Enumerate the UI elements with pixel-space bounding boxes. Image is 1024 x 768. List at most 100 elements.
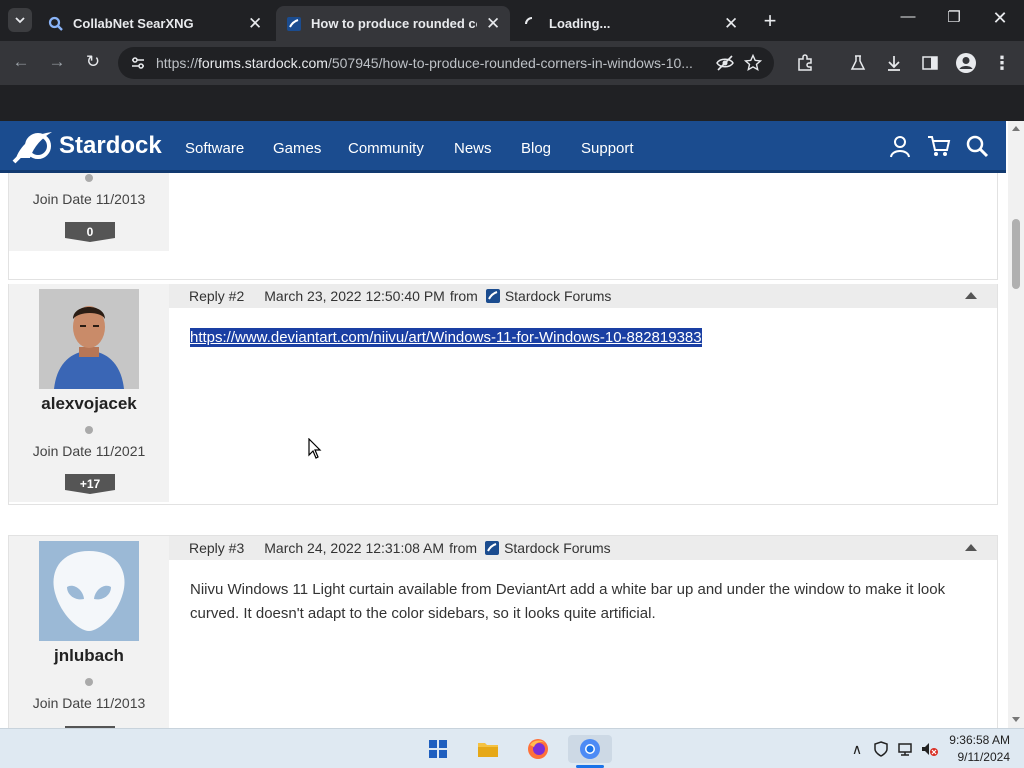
reply-number[interactable]: Reply #2	[189, 288, 244, 304]
nav-news[interactable]: News	[454, 140, 492, 157]
file-explorer-icon[interactable]	[472, 735, 504, 763]
brand-name: Stardock	[59, 132, 162, 159]
chrome-taskbar-icon[interactable]	[568, 735, 612, 763]
start-windows-icon[interactable]	[422, 735, 454, 763]
close-window-icon[interactable]: ✕	[980, 8, 1020, 29]
close-tab-icon[interactable]: ✕	[248, 14, 262, 34]
nav-games[interactable]: Games	[273, 140, 321, 157]
reload-icon[interactable]: ↻	[82, 52, 104, 72]
page-scrollbar[interactable]	[1008, 121, 1024, 728]
profile-avatar-icon[interactable]	[955, 52, 977, 74]
nav-support[interactable]: Support	[581, 140, 634, 157]
stardock-small-icon	[485, 541, 500, 555]
source-link[interactable]: Stardock Forums	[504, 540, 611, 556]
user-avatar[interactable]	[39, 541, 139, 641]
online-status-dot	[85, 426, 93, 434]
back-icon[interactable]: ←	[10, 52, 32, 72]
post-content: Niivu Windows 11 Light curtain available…	[190, 581, 946, 622]
tab-title: CollabNet SearXNG	[73, 16, 194, 31]
labs-flask-icon[interactable]	[847, 52, 869, 74]
browser-toolbar: ← → ↻ https://forums.stardock.com/507945…	[0, 41, 1024, 85]
new-tab-icon[interactable]: +	[758, 8, 782, 34]
page-viewport: Join Date 11/2013 0 alexvojacek Join Dat…	[0, 121, 1024, 728]
tab-searxng[interactable]: CollabNet SearXNG ✕	[38, 6, 272, 41]
mouse-cursor-icon	[308, 438, 322, 459]
close-tab-icon[interactable]: ✕	[486, 14, 500, 34]
from-label: from	[449, 288, 478, 304]
post-divider	[8, 504, 998, 536]
avatar-portrait-icon	[39, 289, 139, 389]
minimize-icon[interactable]: —	[888, 8, 928, 25]
shopping-cart-icon[interactable]	[927, 134, 951, 158]
url-text: https://forums.stardock.com/507945/how-t…	[156, 55, 706, 71]
bookmark-star-icon[interactable]	[744, 54, 762, 72]
url-path: /507945/how-to-produce-rounded-corners-i…	[327, 55, 693, 71]
url-scheme: https://	[156, 55, 199, 71]
site-header: Stardock Software Games Community News B…	[0, 121, 1006, 173]
karma-badge: +17	[65, 474, 115, 494]
download-icon[interactable]	[883, 52, 905, 74]
post-date: March 24, 2022 12:31:08 AM	[264, 540, 445, 556]
user-account-icon[interactable]	[888, 134, 912, 158]
windows-taskbar: ∧ 9:36:58 AM 9/11/2024	[0, 728, 1024, 768]
tab-search-button[interactable]	[8, 8, 32, 32]
scroll-down-arrow-icon[interactable]	[1012, 717, 1020, 722]
post-header-bar: Reply #2 March 23, 2022 12:50:40 PM from…	[169, 284, 997, 308]
nav-community[interactable]: Community	[348, 140, 424, 157]
search-favicon-icon	[48, 16, 63, 31]
loading-spinner-icon	[525, 16, 533, 24]
tab-stardock-active[interactable]: How to produce rounded corners in window…	[276, 6, 510, 41]
collapse-up-icon[interactable]	[965, 544, 977, 551]
nav-blog[interactable]: Blog	[521, 140, 551, 157]
browser-titlebar: CollabNet SearXNG ✕ How to produce round…	[0, 0, 1024, 41]
source-link[interactable]: Stardock Forums	[505, 288, 612, 304]
volume-muted-icon[interactable]	[914, 735, 944, 763]
firefox-icon[interactable]	[522, 735, 554, 763]
bookmark-bar	[0, 85, 1024, 121]
join-date: Join Date 11/2021	[32, 443, 146, 459]
chevron-down-icon	[15, 17, 25, 24]
clock-time: 9:36:58 AM	[949, 733, 1010, 747]
stardock-logo[interactable]: Stardock	[12, 128, 162, 164]
close-tab-icon[interactable]: ✕	[724, 14, 738, 34]
username[interactable]: jnlubach	[9, 646, 169, 666]
tab-title: Loading...	[549, 16, 611, 31]
eye-off-icon[interactable]	[716, 54, 734, 72]
nav-software[interactable]: Software	[185, 140, 244, 157]
stardock-logo-icon	[12, 132, 52, 164]
post-header-bar: Reply #3 March 24, 2022 12:31:08 AM from…	[169, 536, 997, 560]
user-avatar[interactable]	[39, 289, 139, 389]
karma-badge: 0	[65, 222, 115, 242]
system-clock[interactable]: 9:36:58 AM 9/11/2024	[949, 732, 1010, 766]
restore-icon[interactable]: ❐	[934, 8, 974, 26]
url-host: forums.stardock.com	[198, 55, 328, 71]
tab-title: How to produce rounded corners in window…	[311, 16, 477, 31]
post-author-panel: Join Date 11/2013 0	[9, 171, 169, 251]
stardock-small-icon	[485, 289, 500, 303]
reply-number[interactable]: Reply #3	[189, 540, 244, 556]
post-author-panel: jnlubach Join Date 11/2013	[9, 536, 169, 728]
deviantart-link[interactable]: https://www.deviantart.com/niivu/art/Win…	[190, 328, 702, 347]
online-status-dot	[85, 174, 93, 182]
post-date: March 23, 2022 12:50:40 PM	[264, 288, 445, 304]
scroll-up-arrow-icon[interactable]	[1012, 126, 1020, 131]
collapse-up-icon[interactable]	[965, 292, 977, 299]
address-bar[interactable]: https://forums.stardock.com/507945/how-t…	[118, 47, 774, 79]
side-panel-icon[interactable]	[919, 52, 941, 74]
join-date: Join Date 11/2013	[32, 191, 146, 207]
forward-icon[interactable]: →	[46, 52, 68, 72]
forum-post: Join Date 11/2013 0	[8, 171, 998, 279]
username[interactable]: alexvojacek	[9, 394, 169, 414]
forum-post-reply-3: jnlubach Join Date 11/2013 Reply #3 Marc…	[8, 536, 998, 728]
search-icon[interactable]	[965, 134, 989, 158]
clock-date: 9/11/2024	[957, 750, 1011, 764]
menu-kebab-icon[interactable]: ⋮	[991, 52, 1013, 74]
online-status-dot	[85, 678, 93, 686]
join-date: Join Date 11/2013	[32, 695, 146, 711]
from-label: from	[449, 540, 478, 556]
post-author-panel: alexvojacek Join Date 11/2021 +17	[9, 284, 169, 502]
site-info-icon[interactable]	[130, 55, 146, 71]
tab-loading[interactable]: Loading... ✕	[514, 6, 748, 41]
scrollbar-thumb[interactable]	[1012, 219, 1020, 289]
extensions-icon[interactable]	[794, 52, 816, 74]
